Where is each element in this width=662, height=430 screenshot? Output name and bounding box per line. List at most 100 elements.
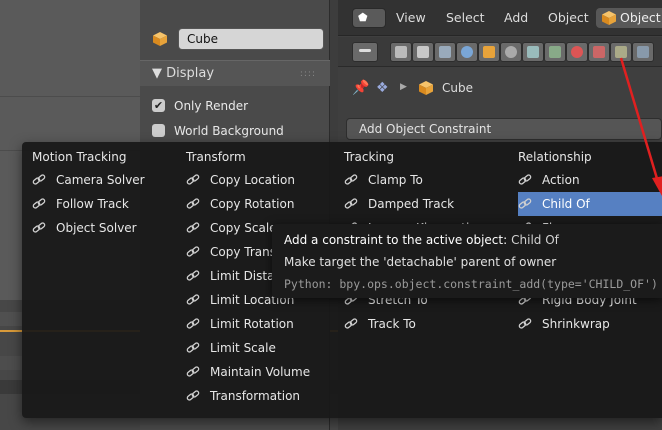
physics-tab[interactable] — [632, 42, 654, 62]
world-tab[interactable] — [456, 42, 478, 62]
tooltip-operator-value: Child Of — [511, 233, 559, 247]
constraint-link-icon — [32, 222, 46, 233]
menu-item-label: Transformation — [210, 389, 301, 403]
constraint-link-icon — [186, 318, 200, 329]
breadcrumb-arrow-icon: ▶ — [400, 82, 407, 92]
menu-item-label: Follow Track — [56, 197, 129, 211]
editor-type-icon: ⬟ — [358, 11, 368, 24]
particles-tab[interactable] — [610, 42, 632, 62]
constraint-link-icon — [518, 318, 532, 329]
menu-item-label: Action — [542, 173, 580, 187]
menu-item-label: Copy Rotation — [210, 197, 295, 211]
menu-item-label: Limit Rotation — [210, 317, 294, 331]
menu-item[interactable]: Limit Rotation — [186, 312, 336, 336]
add-object-constraint-button[interactable]: Add Object Constraint — [346, 118, 662, 140]
display-panel-header[interactable]: ▼ Display :::: — [140, 60, 330, 86]
cube-icon — [419, 81, 433, 95]
display-header-label: Display — [166, 66, 215, 81]
constraint-link-icon — [344, 198, 358, 209]
pin-icon[interactable]: 📌 — [352, 80, 369, 96]
constraint-link-icon — [186, 270, 200, 281]
menu-object[interactable]: Object — [548, 0, 589, 36]
constraint-link-icon — [186, 342, 200, 353]
menu-item[interactable]: Action — [518, 168, 662, 192]
constraint-link-icon — [186, 246, 200, 257]
menu-item[interactable]: Follow Track — [32, 192, 182, 216]
menu-item-label: Damped Track — [368, 197, 455, 211]
menu-item[interactable]: Copy Rotation — [186, 192, 336, 216]
constraint-link-icon — [344, 318, 358, 329]
scene-tab[interactable] — [434, 42, 456, 62]
constraint-link-icon — [518, 174, 532, 185]
render-tab[interactable] — [390, 42, 412, 62]
context-object-name: Cube — [442, 81, 473, 95]
checkmark-icon: ✔ — [152, 99, 165, 112]
cube-icon — [602, 11, 616, 25]
checkbox-label: Only Render — [174, 99, 249, 113]
display-mode-button[interactable] — [352, 42, 378, 62]
only-render-checkbox[interactable]: ✔ Only Render — [152, 98, 322, 114]
object-name-row — [152, 28, 324, 50]
menu-item[interactable]: Clamp To — [344, 168, 494, 192]
menu-column-heading: Relationship — [518, 150, 592, 164]
constraints-tab[interactable] — [500, 42, 522, 62]
modifiers-tab[interactable] — [522, 42, 544, 62]
properties-tab-row — [338, 37, 662, 67]
constraint-link-icon — [186, 390, 200, 401]
menu-item[interactable]: Camera Solver — [32, 168, 182, 192]
constraint-link-icon — [32, 198, 46, 209]
menu-item-label: Limit Scale — [210, 341, 276, 355]
header-menubar: ⬟ View Select Add Object Object — [338, 0, 662, 36]
menu-add[interactable]: Add — [504, 0, 528, 36]
menu-view[interactable]: View — [396, 0, 426, 36]
menu-item[interactable]: Damped Track — [344, 192, 494, 216]
tooltip-title: Add a constraint to the active object: Ch… — [284, 233, 559, 247]
object-tab[interactable]: Object — [596, 8, 662, 28]
object-tab-label: Object — [620, 10, 661, 25]
menu-item[interactable]: Track To — [344, 312, 494, 336]
scene-icon: ❖ — [376, 80, 389, 96]
checkbox-label: World Background — [174, 124, 284, 138]
menu-item-label: Maintain Volume — [210, 365, 311, 379]
menu-item[interactable]: Transformation — [186, 384, 336, 408]
constraint-link-icon — [186, 366, 200, 377]
menu-item[interactable]: Copy Location — [186, 168, 336, 192]
menu-item-label: Copy Location — [210, 173, 296, 187]
menu-item[interactable]: Object Solver — [32, 216, 182, 240]
menu-item-label: Copy Scale — [210, 221, 277, 235]
constraint-link-icon — [32, 174, 46, 185]
constraint-link-icon — [344, 174, 358, 185]
layers-tab[interactable] — [412, 42, 434, 62]
material-tab[interactable] — [566, 42, 588, 62]
menu-select[interactable]: Select — [446, 0, 485, 36]
data-tab[interactable] — [544, 42, 566, 62]
menu-item-label: Track To — [368, 317, 416, 331]
tooltip: Add a constraint to the active object: Ch… — [272, 224, 662, 298]
object-name-field[interactable] — [178, 28, 324, 50]
tooltip-detail: Make target the 'detachable' parent of o… — [284, 255, 557, 269]
collapse-arrow-icon: ▼ — [152, 66, 162, 81]
context-breadcrumb: 📌 ❖ ▶ Cube — [338, 70, 662, 106]
menu-item[interactable]: Maintain Volume — [186, 360, 336, 384]
texture-tab[interactable] — [588, 42, 610, 62]
menu-item-label: Child Of — [542, 197, 590, 211]
menu-item-label: Clamp To — [368, 173, 423, 187]
menu-item-label: Object Solver — [56, 221, 137, 235]
constraint-link-icon — [186, 174, 200, 185]
tooltip-description: Add a constraint to the active object: — [284, 233, 508, 247]
constraint-link-icon — [518, 198, 532, 209]
constraint-link-icon — [186, 294, 200, 305]
menu-item[interactable]: Limit Scale — [186, 336, 336, 360]
constraint-link-icon — [186, 222, 200, 233]
editor-type-button[interactable]: ⬟ — [352, 8, 386, 28]
object-props-tab[interactable] — [478, 42, 500, 62]
menu-item[interactable]: Child Of — [518, 192, 662, 216]
menu-item[interactable]: Shrinkwrap — [518, 312, 662, 336]
menu-column-heading: Motion Tracking — [32, 150, 127, 164]
world-background-checkbox[interactable]: World Background — [152, 123, 322, 139]
menu-item-label: Camera Solver — [56, 173, 145, 187]
menu-column-heading: Transform — [186, 150, 246, 164]
drag-grip-icon[interactable]: :::: — [300, 61, 316, 87]
tooltip-python: Python: bpy.ops.object.constraint_add(ty… — [284, 277, 658, 291]
checkbox-empty-icon — [152, 124, 165, 137]
